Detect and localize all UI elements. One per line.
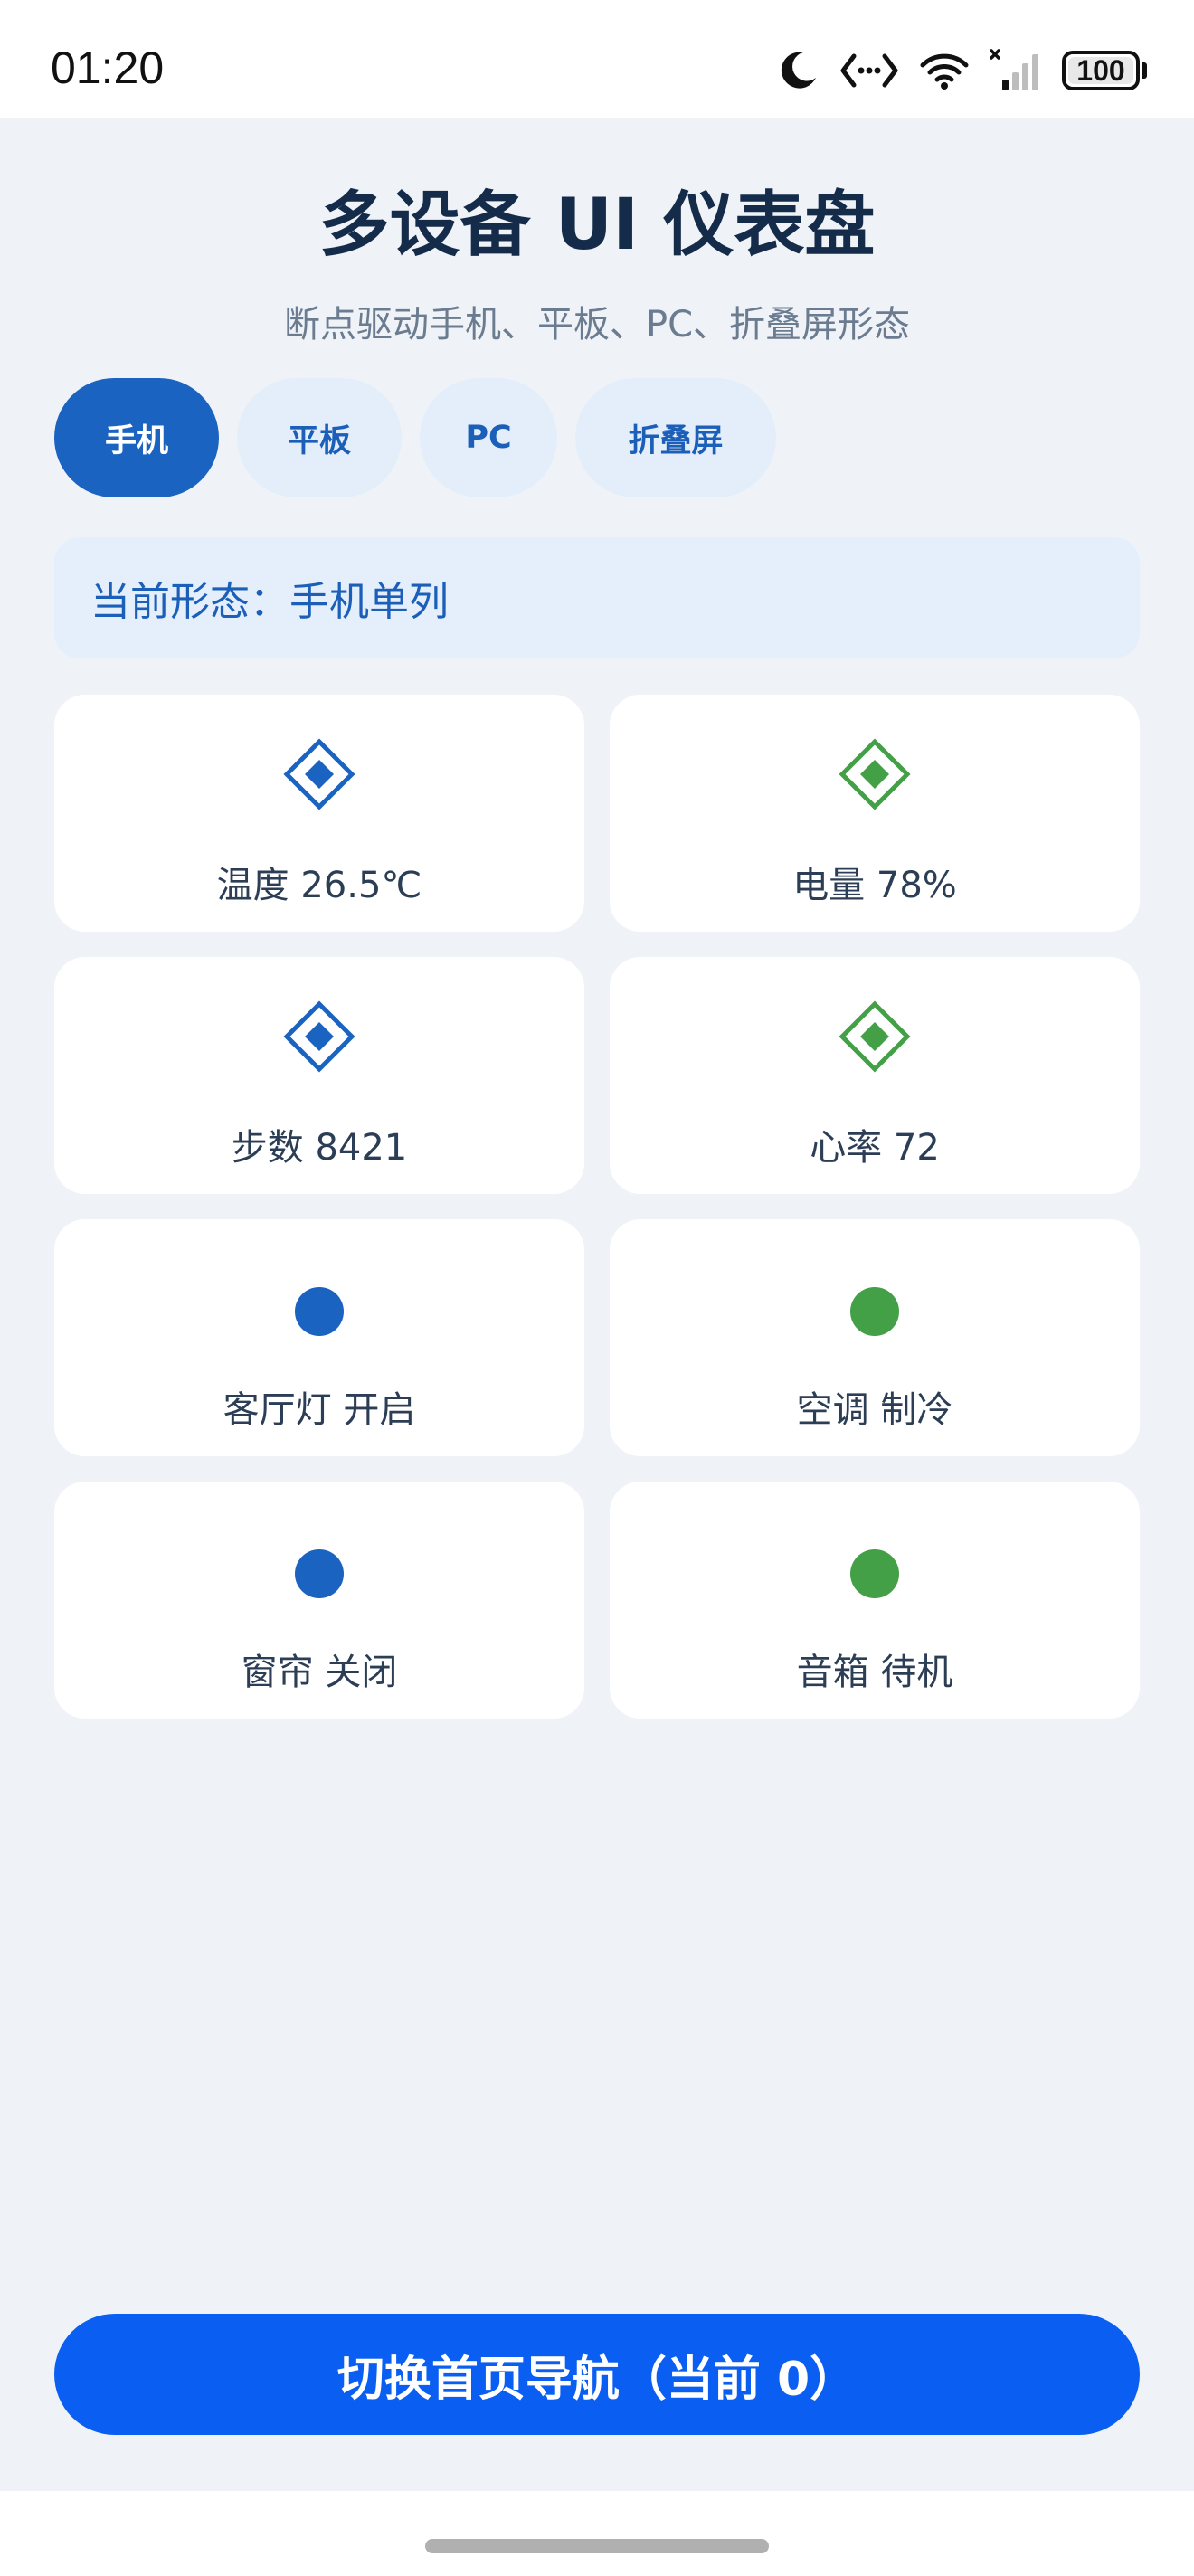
card-living-room-light[interactable]: 客厅灯 开启 [54,1219,584,1456]
tab-pc[interactable]: PC [420,378,557,497]
switch-home-nav-button[interactable]: 切换首页导航（当前 0） [54,2314,1140,2435]
wifi-icon [919,51,970,90]
home-indicator[interactable] [425,2539,769,2553]
card-curtain[interactable]: 窗帘 关闭 [54,1482,584,1719]
device-tabs: 手机 平板 PC 折叠屏 [54,378,776,497]
dot-icon [839,1275,911,1348]
card-battery[interactable]: 电量 78% [610,695,1140,932]
diamond-icon [283,1000,355,1073]
card-label: 音箱 待机 [796,1652,953,1693]
card-steps[interactable]: 步数 8421 [54,957,584,1194]
diamond-icon [839,738,911,810]
battery-level: 100 [1062,51,1140,90]
tab-foldable[interactable]: 折叠屏 [575,378,776,497]
card-label: 步数 8421 [231,1127,408,1169]
dot-icon [839,1538,911,1610]
bottom-bar [0,2491,1194,2576]
current-mode-banner: 当前形态：手机单列 [54,537,1140,658]
card-label: 空调 制冷 [796,1389,953,1431]
card-label: 电量 78% [792,865,957,906]
status-icons: 100 [776,45,1147,96]
dot-icon [283,1538,355,1610]
page-title: 多设备 UI 仪表盘 [318,185,876,266]
card-temperature[interactable]: 温度 26.5℃ [54,695,584,932]
status-time: 01:20 [51,43,165,93]
tab-tablet[interactable]: 平板 [237,378,402,497]
card-air-conditioner[interactable]: 空调 制冷 [610,1219,1140,1456]
page-subtitle: 断点驱动手机、平板、PC、折叠屏形态 [283,304,911,346]
diamond-icon [839,1000,911,1073]
tab-phone[interactable]: 手机 [54,378,219,497]
card-label: 窗帘 关闭 [241,1652,398,1693]
moon-icon [776,49,820,92]
diamond-icon [283,738,355,810]
card-heart-rate[interactable]: 心率 72 [610,957,1140,1194]
signal-icon [990,49,1042,92]
status-bar: 01:20 100 [0,0,1194,118]
card-label: 温度 26.5℃ [216,865,422,906]
code-arrows-icon [839,51,899,90]
dot-icon [283,1275,355,1348]
dashboard-grid: 温度 26.5℃ 电量 78% 步数 8421 心率 72 客厅灯 开启 空调 … [54,695,1140,1719]
card-label: 心率 72 [810,1127,940,1169]
card-speaker[interactable]: 音箱 待机 [610,1482,1140,1719]
battery-icon: 100 [1062,51,1147,90]
card-label: 客厅灯 开启 [223,1389,416,1431]
